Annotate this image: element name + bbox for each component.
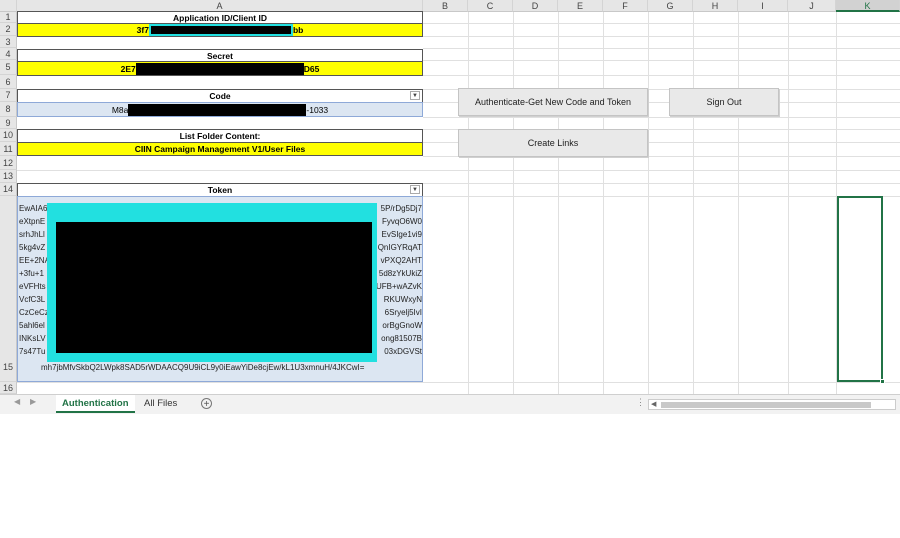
- create-links-button[interactable]: Create Links: [458, 129, 648, 157]
- code-header-label: Code: [209, 91, 231, 101]
- code-redaction: [128, 103, 307, 116]
- secret-suffix: D65: [303, 63, 320, 74]
- token-header: Token: [17, 183, 423, 197]
- folder-header: List Folder Content:: [17, 129, 423, 143]
- token-redaction: [56, 222, 372, 353]
- gridline: [423, 48, 900, 49]
- scroll-left-icon[interactable]: ◀: [651, 400, 656, 408]
- gridline: [468, 12, 469, 394]
- gridline: [738, 12, 739, 394]
- sheet-tab-bar: ◀ ▶ Authentication All Files + ⋮ ◀: [0, 394, 900, 414]
- gridline: [423, 36, 900, 37]
- token-last-line: mh7jbMfvSkbQ2LWpk8SAD5rWDAACQ9U9iCL9y0iE…: [41, 363, 365, 372]
- row-header-13[interactable]: 13: [0, 170, 17, 183]
- gridline: [513, 12, 514, 394]
- code-cell[interactable]: M8a -1033: [17, 102, 423, 117]
- column-header-h[interactable]: H: [693, 0, 738, 12]
- row-header-12[interactable]: 12: [0, 156, 17, 170]
- app-id-redaction: [148, 24, 293, 36]
- row-header-5[interactable]: 5: [0, 60, 17, 75]
- row-header-4[interactable]: 4: [0, 48, 17, 60]
- secret-redaction: [135, 62, 304, 75]
- gridline: [558, 12, 559, 394]
- app-id-suffix: bb: [292, 25, 304, 35]
- column-header-k[interactable]: K: [836, 0, 900, 12]
- column-header-i[interactable]: I: [738, 0, 788, 12]
- add-sheet-icon[interactable]: +: [201, 398, 212, 410]
- row-header-10[interactable]: 10: [0, 129, 17, 142]
- gridline: [423, 183, 900, 184]
- column-header-d[interactable]: D: [513, 0, 558, 12]
- column-header-c[interactable]: C: [468, 0, 513, 12]
- row-header-15[interactable]: 15: [0, 196, 17, 382]
- scrollbar-thumb[interactable]: [661, 402, 871, 408]
- gridline: [17, 170, 900, 171]
- gridline: [17, 382, 900, 383]
- code-header: Code: [17, 89, 423, 103]
- select-all-corner[interactable]: [0, 0, 17, 12]
- row-header-2[interactable]: 2: [0, 23, 17, 36]
- row-header-6[interactable]: 6: [0, 75, 17, 89]
- scroll-tabs-left-icon[interactable]: ◀: [14, 397, 20, 406]
- authenticate-button[interactable]: Authenticate-Get New Code and Token: [458, 88, 648, 116]
- tab-authentication[interactable]: Authentication: [56, 395, 135, 413]
- column-header-f[interactable]: F: [603, 0, 648, 12]
- column-header-e[interactable]: E: [558, 0, 603, 12]
- row-header-3[interactable]: 3: [0, 36, 17, 48]
- code-suffix: -1033: [306, 104, 329, 115]
- token-dropdown-arrow-icon[interactable]: ▼: [410, 185, 420, 194]
- secret-cell[interactable]: 2E7 D65: [17, 61, 423, 76]
- gridline: [603, 12, 604, 394]
- gridline: [423, 117, 900, 118]
- row-header-11[interactable]: 11: [0, 142, 17, 156]
- row-header-7[interactable]: 7: [0, 89, 17, 102]
- token-header-label: Token: [207, 185, 233, 195]
- code-dropdown-arrow-icon[interactable]: ▼: [410, 91, 420, 100]
- row-header-16[interactable]: 16: [0, 382, 17, 394]
- gridline: [788, 12, 789, 394]
- tab-split-handle-icon[interactable]: ⋮: [636, 397, 645, 408]
- code-prefix: M8a: [111, 104, 129, 115]
- gridline: [423, 75, 900, 76]
- row-header-14[interactable]: 14: [0, 183, 17, 196]
- gridline: [423, 23, 900, 24]
- column-header-g[interactable]: G: [648, 0, 693, 12]
- gridline: [693, 12, 694, 394]
- row-header-1[interactable]: 1: [0, 12, 17, 23]
- column-header-b[interactable]: B: [423, 0, 468, 12]
- row-header-9[interactable]: 9: [0, 117, 17, 129]
- selected-cell[interactable]: [837, 196, 883, 382]
- fill-handle[interactable]: [880, 379, 885, 384]
- sign-out-button[interactable]: Sign Out: [669, 88, 779, 116]
- app-id-prefix: 3f7: [136, 25, 149, 35]
- app-id-cell[interactable]: 3f7 bb: [17, 23, 423, 37]
- tab-all-files[interactable]: All Files: [138, 395, 183, 413]
- horizontal-scrollbar[interactable]: ◀: [648, 399, 896, 410]
- row-header-8[interactable]: 8: [0, 102, 17, 117]
- gridline: [648, 12, 649, 394]
- scroll-tabs-right-icon[interactable]: ▶: [30, 397, 36, 406]
- gridline: [423, 60, 900, 61]
- gridline: [423, 196, 900, 197]
- column-header-j[interactable]: J: [788, 0, 836, 12]
- secret-prefix: 2E7: [120, 63, 136, 74]
- folder-value-cell[interactable]: CIIN Campaign Management V1/User Files: [17, 142, 423, 156]
